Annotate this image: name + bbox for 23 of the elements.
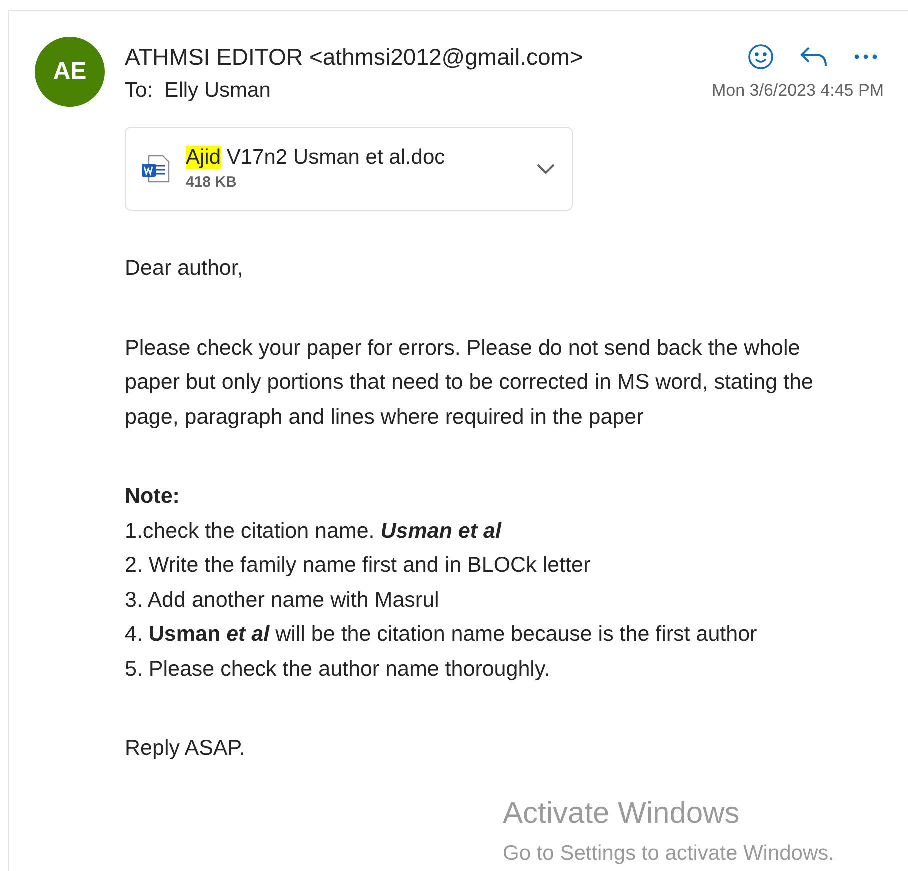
sender-name: ATHMSI EDITOR <athmsi2012@gmail.com> [125,43,584,72]
body-paragraph: Dear author, [125,255,244,282]
chevron-down-icon[interactable] [536,163,556,175]
body-paragraph: Please check your paper for errors. Please do not send back the whole paper but only portions that need to be corrected in MS word, stating the page, paragraph and lines where required in the paper [125,334,814,430]
attachment-card[interactable]: Ajid V17n2 Usman et al.doc 418 KB [125,127,573,211]
activation-notice-text: Go to Settings to activate Windows. [503,841,834,867]
note-item: 4. Usman et al will be the citation name because is the first author [125,621,758,648]
note-item: 3. Add another name with Masrul [125,586,440,614]
sent-date: Mon 3/6/2023 4:45 PM [712,80,884,102]
attachment-name: Ajid V17n2 Usman et al.doc [186,144,446,171]
more-icon[interactable] [854,54,878,60]
activation-notice-title: Activate Windows [503,796,741,832]
recipient-line: To: Elly Usman [125,78,271,104]
word-document-icon [140,153,172,185]
note-item: 1.check the citation name. Usman et al [125,518,503,544]
body-paragraph: Reply ASAP. [125,735,246,762]
note-item: 5. Please check the author name thoroughly. [125,656,552,682]
note-heading: Note: [125,483,181,510]
attachment-size: 418 KB [186,172,238,193]
emoji-icon[interactable] [748,44,774,70]
sender-avatar: AE [35,37,105,107]
note-item: 2. Write the family name first and in BLOCk letter [125,552,592,579]
reply-icon[interactable] [800,46,828,68]
